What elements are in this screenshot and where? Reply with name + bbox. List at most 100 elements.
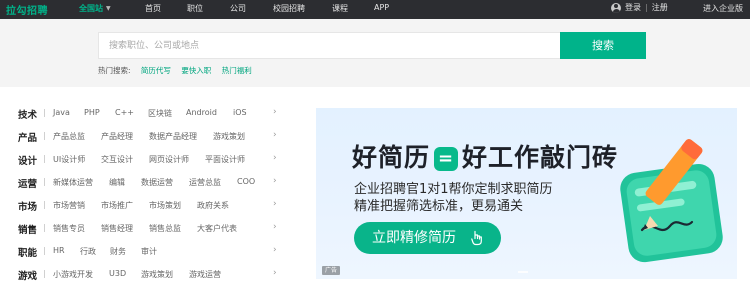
category-link[interactable]: PHP xyxy=(84,108,100,117)
chevron-down-icon: ▼ xyxy=(106,5,111,12)
carousel-dots xyxy=(518,271,528,273)
category-title: 销售 xyxy=(18,225,38,236)
city-label: 全国站 xyxy=(79,4,103,13)
category-link[interactable]: UI设计师 xyxy=(53,154,85,165)
category-link[interactable]: 网页设计师 xyxy=(149,154,189,165)
category-divider xyxy=(44,224,45,232)
category-row-product[interactable]: 产品 产品总监 产品经理 数据产品经理 游戏策划 › xyxy=(18,130,283,148)
category-link[interactable]: COO xyxy=(237,177,255,186)
banner-subtitle-2: 精准把握筛选标准，更易通关 xyxy=(354,199,524,214)
category-link[interactable]: 数据运营 xyxy=(141,177,173,188)
category-row-games[interactable]: 游戏 小游戏开发 U3D 游戏策划 游戏运营 › xyxy=(18,268,283,286)
category-link[interactable]: 销售专员 xyxy=(53,223,85,234)
category-row-sales[interactable]: 销售 销售专员 销售经理 销售总监 大客户代表 › xyxy=(18,222,283,240)
nav-app[interactable]: APP xyxy=(374,3,389,12)
category-link[interactable]: 产品经理 xyxy=(101,131,133,142)
city-selector[interactable]: 全国站 ▼ xyxy=(79,3,111,14)
category-link[interactable]: iOS xyxy=(233,108,247,117)
banner-title-left: 好简历 xyxy=(352,143,431,172)
category-link[interactable]: 新媒体运营 xyxy=(53,177,93,188)
search-section: 搜索 热门搜索: 简历代写 要快入职 热门福利 xyxy=(0,19,750,87)
nav-home[interactable]: 首页 xyxy=(145,3,161,14)
chevron-right-icon: › xyxy=(273,199,277,209)
category-link[interactable]: 交互设计 xyxy=(101,154,133,165)
banner-title-right: 好工作敲门砖 xyxy=(462,143,619,172)
banner-title: 好简历 = 好工作敲门砖 xyxy=(352,138,618,174)
category-row-design[interactable]: 设计 UI设计师 交互设计 网页设计师 平面设计师 › xyxy=(18,153,283,171)
category-title: 市场 xyxy=(18,202,38,213)
category-link[interactable]: 游戏运营 xyxy=(189,269,221,280)
promo-banner[interactable]: 好简历 = 好工作敲门砖 企业招聘官1对1帮你定制求职简历 精准把握筛选标准，更易通… xyxy=(316,108,737,279)
category-link[interactable]: 大客户代表 xyxy=(197,223,237,234)
chevron-right-icon: › xyxy=(273,153,277,163)
category-link[interactable]: 平面设计师 xyxy=(205,154,245,165)
nav-companies[interactable]: 公司 xyxy=(230,3,246,14)
login-divider: | xyxy=(645,3,648,12)
category-link[interactable]: 审计 xyxy=(141,246,157,257)
chevron-right-icon: › xyxy=(273,107,277,117)
refine-resume-button[interactable]: 立即精修简历 xyxy=(354,222,501,254)
category-divider xyxy=(44,270,45,278)
category-link[interactable]: 行政 xyxy=(80,246,96,257)
category-row-functions[interactable]: 职能 HR 行政 财务 审计 › xyxy=(18,245,283,263)
category-title: 产品 xyxy=(18,133,38,144)
chevron-right-icon: › xyxy=(273,176,277,186)
category-divider xyxy=(44,132,45,140)
chevron-right-icon: › xyxy=(273,130,277,140)
search-input[interactable] xyxy=(98,32,560,59)
search-button[interactable]: 搜索 xyxy=(560,32,646,59)
category-title: 技术 xyxy=(18,110,38,121)
category-row-marketing[interactable]: 市场 市场营销 市场推广 市场策划 政府关系 › xyxy=(18,199,283,217)
pointer-hand-icon xyxy=(471,230,482,246)
category-link[interactable]: C++ xyxy=(115,108,134,117)
hot-link-resume[interactable]: 简历代写 xyxy=(141,66,171,75)
category-link[interactable]: U3D xyxy=(109,269,126,278)
user-icon xyxy=(611,2,621,13)
chevron-right-icon: › xyxy=(273,245,277,255)
category-link[interactable]: Android xyxy=(186,108,217,117)
category-link[interactable]: 销售总监 xyxy=(149,223,181,234)
category-title: 游戏 xyxy=(18,271,38,282)
category-link[interactable]: Java xyxy=(53,108,70,117)
category-link[interactable]: 市场营销 xyxy=(53,200,85,211)
category-link[interactable]: 政府关系 xyxy=(197,200,229,211)
nav-courses[interactable]: 课程 xyxy=(332,3,348,14)
category-divider xyxy=(44,109,45,117)
category-link[interactable]: 市场策划 xyxy=(149,200,181,211)
chevron-right-icon: › xyxy=(273,222,277,232)
nav-jobs[interactable]: 职位 xyxy=(187,3,203,14)
resume-pencil-illustration xyxy=(620,139,723,263)
category-title: 运营 xyxy=(18,179,38,190)
category-link[interactable]: 财务 xyxy=(110,246,126,257)
category-link[interactable]: 产品总监 xyxy=(53,131,85,142)
nav-campus[interactable]: 校园招聘 xyxy=(273,3,305,14)
hot-search-label: 热门搜索: xyxy=(98,66,131,75)
register-link[interactable]: 注册 xyxy=(652,2,668,13)
login-link[interactable]: 登录 xyxy=(625,2,641,13)
carousel-dot[interactable] xyxy=(518,271,528,273)
hot-link-fast-hire[interactable]: 要快入职 xyxy=(181,66,211,75)
category-link[interactable]: 区块链 xyxy=(148,108,172,119)
category-link[interactable]: 运营总监 xyxy=(189,177,221,188)
category-row-operations[interactable]: 运营 新媒体运营 编辑 数据运营 运营总监 COO › xyxy=(18,176,283,194)
category-link[interactable]: 编辑 xyxy=(109,177,125,188)
hot-searches: 热门搜索: 简历代写 要快入职 热门福利 xyxy=(98,65,252,76)
category-link[interactable]: 小游戏开发 xyxy=(53,269,93,280)
category-title: 设计 xyxy=(18,156,38,167)
category-title: 职能 xyxy=(18,248,38,259)
equals-badge: = xyxy=(434,147,459,171)
enterprise-link[interactable]: 进入企业版 xyxy=(703,3,743,14)
category-divider xyxy=(44,201,45,209)
category-link[interactable]: 游戏策划 xyxy=(141,269,173,280)
category-link[interactable]: 数据产品经理 xyxy=(149,131,197,142)
ad-tag: 广告 xyxy=(322,266,341,275)
category-row-tech[interactable]: 技术 Java PHP C++ 区块链 Android iOS › xyxy=(18,107,283,125)
top-nav-bar: 拉勾招聘 全国站 ▼ 首页 职位 公司 校园招聘 课程 APP 登录 | 注册 进… xyxy=(0,0,750,19)
chevron-right-icon: › xyxy=(273,268,277,278)
category-link[interactable]: HR xyxy=(53,246,65,255)
category-link[interactable]: 销售经理 xyxy=(101,223,133,234)
category-link[interactable]: 市场推广 xyxy=(101,200,133,211)
lagou-logo[interactable]: 拉勾招聘 xyxy=(6,2,48,17)
category-link[interactable]: 游戏策划 xyxy=(213,131,245,142)
hot-link-benefits[interactable]: 热门福利 xyxy=(222,66,252,75)
